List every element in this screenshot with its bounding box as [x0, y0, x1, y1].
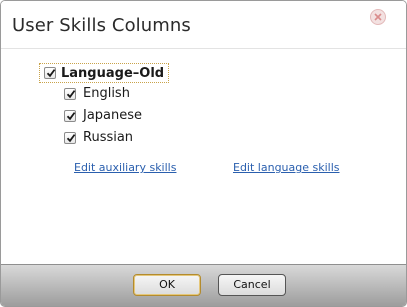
- tree-child-japanese[interactable]: Japanese: [64, 108, 184, 126]
- checkbox-russian[interactable]: [64, 132, 76, 144]
- checkbox-language-old[interactable]: [44, 67, 56, 79]
- tree-parent-language-old[interactable]: Language–Old: [39, 63, 169, 83]
- dialog-title: User Skills Columns: [12, 15, 191, 36]
- tree-child-russian[interactable]: Russian: [64, 130, 184, 148]
- checkbox-japanese[interactable]: [64, 110, 76, 122]
- dialog-body: Language–Old English Japanese Russian Ed…: [1, 49, 406, 264]
- tree-child-label: English: [83, 86, 130, 101]
- ok-button[interactable]: OK: [133, 274, 201, 296]
- user-skills-columns-dialog: User Skills Columns Language–Old English…: [0, 0, 407, 307]
- dialog-header: User Skills Columns: [1, 1, 406, 49]
- checkbox-english[interactable]: [64, 88, 76, 100]
- tree-child-english[interactable]: English: [64, 86, 184, 104]
- tree-child-label: Russian: [83, 130, 134, 145]
- edit-auxiliary-skills-link[interactable]: Edit auxiliary skills: [74, 161, 176, 174]
- tree-child-label: Japanese: [83, 108, 143, 123]
- dialog-footer: OK Cancel: [1, 264, 406, 306]
- edit-language-skills-link[interactable]: Edit language skills: [233, 161, 340, 174]
- cancel-button[interactable]: Cancel: [218, 274, 286, 296]
- close-icon[interactable]: [370, 9, 386, 25]
- tree-parent-label: Language–Old: [61, 66, 165, 81]
